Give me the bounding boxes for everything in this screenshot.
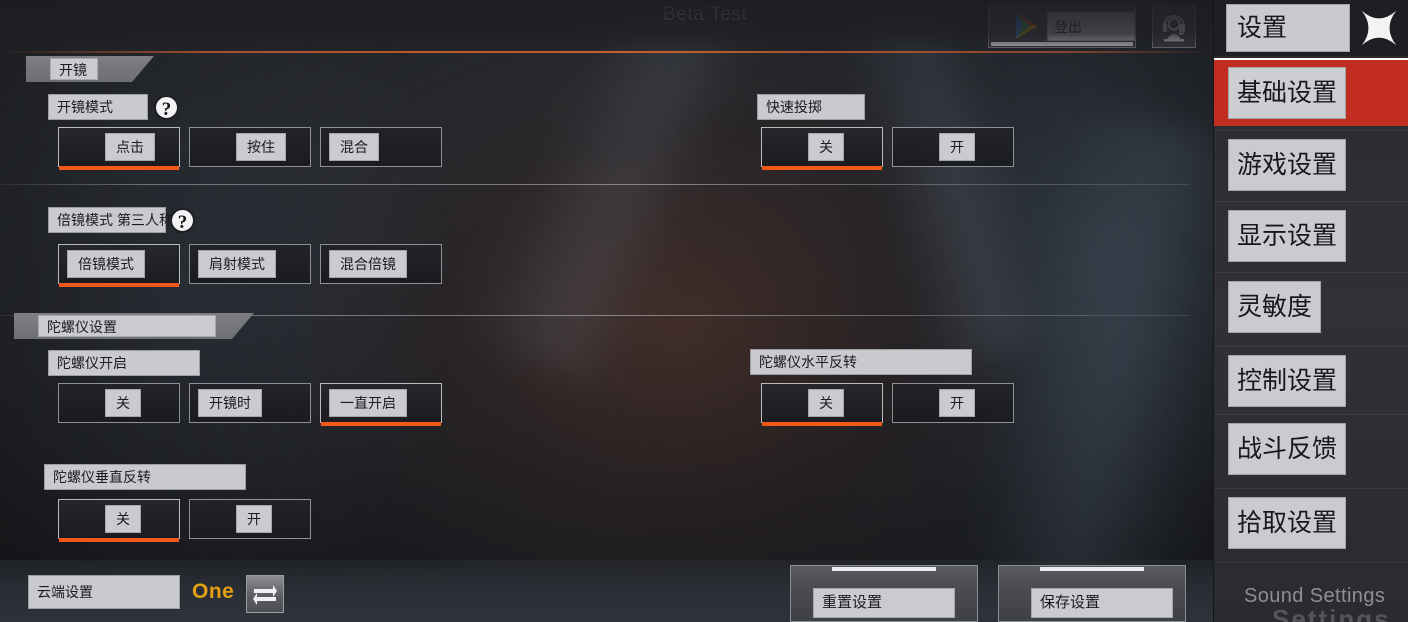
option-quick-throw-off[interactable]: 关 — [761, 127, 883, 170]
cloud-slot-name: One — [192, 580, 235, 603]
option-label: 点击 — [105, 133, 155, 161]
option-label: 开 — [939, 389, 975, 417]
close-x-icon[interactable] — [1356, 5, 1402, 51]
option-gyro-v-invert-on[interactable]: 开 — [189, 499, 311, 539]
option-label: 混合倍镜 — [329, 250, 407, 278]
top-bar-accent-line — [0, 51, 1213, 53]
section-header-gyroscope: 陀螺仪设置 — [14, 313, 254, 339]
option-label: 肩射模式 — [198, 250, 276, 278]
option-scope-mode-mixed[interactable]: 混合倍镜 — [320, 244, 442, 284]
sidebar-item-label: 显示设置 — [1228, 209, 1347, 262]
option-label: 一直开启 — [329, 389, 407, 417]
option-scope-mode-scope[interactable]: 倍镜模式 — [58, 244, 180, 287]
option-label: 开镜时 — [198, 389, 262, 417]
reset-settings-label: 重置设置 — [813, 588, 955, 618]
option-label: 混合 — [329, 133, 379, 161]
game-settings-screen: Beta Test 登出 开镜 开镜模式 ? 点击 — [0, 0, 1408, 622]
option-label: 关 — [105, 389, 141, 417]
row-label-text: 陀螺仪垂直反转 — [53, 469, 151, 485]
section-divider — [0, 184, 1190, 185]
option-gyro-h-invert-on[interactable]: 开 — [892, 383, 1014, 423]
top-bar — [0, 0, 1213, 52]
settings-sidebar: 设置 基础设置 游戏设置 显示设置 灵敏度 控制设置 战斗反馈 拾取设置 Sou… — [1213, 0, 1408, 622]
sidebar-item-label: 游戏设置 — [1228, 138, 1347, 191]
row-label-gyro-horizontal-invert: 陀螺仪水平反转 — [750, 349, 972, 375]
cloud-settings-label: 云端设置 — [28, 575, 180, 609]
sidebar-item-display-settings[interactable]: 显示设置 — [1214, 201, 1408, 269]
row-label-text: 陀螺仪水平反转 — [759, 354, 857, 370]
reset-settings-button[interactable]: 重置设置 — [790, 565, 978, 622]
sidebar-title: 设置 — [1226, 4, 1350, 52]
row-label-text: 倍镜模式 — [57, 212, 113, 228]
option-gyro-v-invert-off[interactable]: 关 — [58, 499, 180, 542]
sidebar-item-label: 拾取设置 — [1228, 496, 1347, 549]
cloud-swap-button[interactable] — [246, 575, 284, 613]
option-gyro-off[interactable]: 关 — [58, 383, 180, 423]
option-gyro-h-invert-off[interactable]: 关 — [761, 383, 883, 426]
option-gyro-scoped[interactable]: 开镜时 — [189, 383, 311, 423]
option-label: 关 — [808, 133, 844, 161]
help-icon[interactable]: ? — [154, 95, 179, 120]
save-settings-label: 保存设置 — [1031, 588, 1173, 618]
row-label-quick-throw: 快速投掷 — [757, 94, 865, 120]
sidebar-item-combat-feedback[interactable]: 战斗反馈 — [1214, 414, 1408, 482]
row-label-text: 陀螺仪开启 — [57, 355, 127, 371]
sidebar-item-basic-settings[interactable]: 基础设置 — [1214, 58, 1408, 126]
option-label: 关 — [808, 389, 844, 417]
sidebar-item-pickup-settings[interactable]: 拾取设置 — [1214, 488, 1408, 556]
row-label-gyro-vertical-invert: 陀螺仪垂直反转 — [44, 464, 246, 490]
swap-arrows-icon — [253, 585, 277, 605]
sidebar-ghost-text: Settings — [1272, 604, 1391, 622]
section-header-label: 开镜 — [50, 58, 98, 80]
option-label: 开 — [236, 505, 272, 533]
row-label-subtext: 第三人称 — [117, 212, 173, 228]
option-label: 关 — [105, 505, 141, 533]
option-scope-mode-hipfire[interactable]: 肩射模式 — [189, 244, 311, 284]
help-icon[interactable]: ? — [170, 208, 195, 233]
option-aim-mode-mixed[interactable]: 混合 — [320, 127, 442, 167]
option-label: 按住 — [236, 133, 286, 161]
row-label-scope-mode: 倍镜模式 第三人称 — [48, 207, 173, 233]
row-label-text: 快速投掷 — [766, 99, 822, 115]
row-label-gyro-enable: 陀螺仪开启 — [48, 350, 200, 376]
sidebar-item-game-settings[interactable]: 游戏设置 — [1214, 130, 1408, 198]
sidebar-item-label: 基础设置 — [1228, 67, 1347, 119]
sidebar-item-sensitivity[interactable]: 灵敏度 — [1214, 272, 1408, 340]
row-label-text: 开镜模式 — [57, 99, 113, 115]
option-aim-mode-tap[interactable]: 点击 — [58, 127, 180, 170]
row-label-aim-mode: 开镜模式 — [48, 94, 148, 120]
option-label: 开 — [939, 133, 975, 161]
option-label: 倍镜模式 — [67, 250, 145, 278]
settings-content: 开镜 开镜模式 ? 点击 按住 混合 快速投掷 关 开 倍镜模式 第三人称 ? … — [0, 52, 1213, 622]
section-header-label: 陀螺仪设置 — [38, 315, 216, 337]
sidebar-item-label: 灵敏度 — [1228, 280, 1322, 333]
section-header-aim: 开镜 — [26, 56, 154, 82]
option-quick-throw-on[interactable]: 开 — [892, 127, 1014, 167]
option-gyro-always[interactable]: 一直开启 — [320, 383, 442, 426]
sidebar-item-label: 控制设置 — [1228, 354, 1347, 407]
sidebar-item-label: 战斗反馈 — [1228, 422, 1347, 475]
save-settings-button[interactable]: 保存设置 — [998, 565, 1186, 622]
sidebar-item-control-settings[interactable]: 控制设置 — [1214, 346, 1408, 414]
option-aim-mode-hold[interactable]: 按住 — [189, 127, 311, 167]
